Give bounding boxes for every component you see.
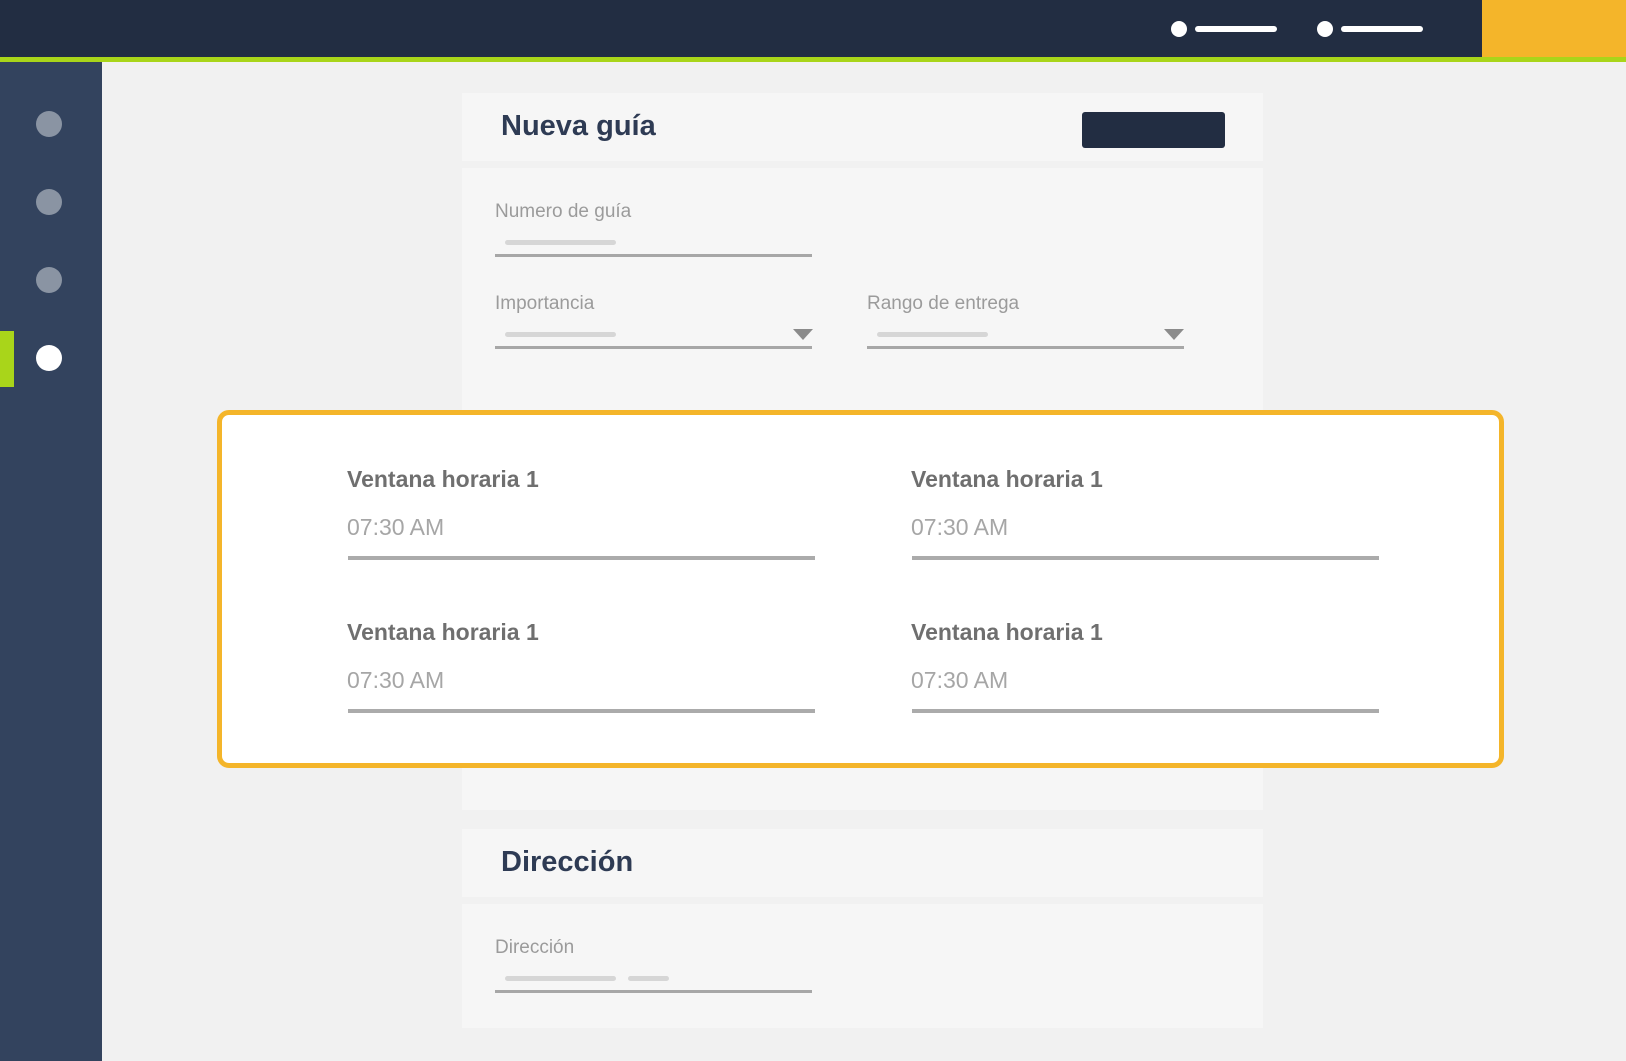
guide-card-title: Nueva guía — [501, 110, 656, 142]
time-window-underline — [912, 709, 1379, 713]
time-window-label: Ventana horaria 1 — [911, 466, 1103, 492]
time-window-label: Ventana horaria 1 — [347, 466, 539, 492]
time-window-input[interactable]: 07:30 AM — [911, 667, 1008, 694]
sidebar-item-4-active[interactable] — [36, 345, 62, 371]
sidebar-active-indicator — [0, 331, 14, 387]
importance-label: Importancia — [495, 293, 595, 314]
importance-placeholder — [505, 332, 616, 337]
guide-number-underline — [495, 254, 812, 257]
address-underline — [495, 990, 812, 993]
nav-label-placeholder — [1341, 26, 1423, 32]
sidebar-item-2[interactable] — [36, 189, 62, 215]
importance-underline — [495, 346, 812, 349]
time-window-input[interactable]: 07:30 AM — [347, 667, 444, 694]
top-nav-item-1[interactable] — [1171, 21, 1277, 37]
sidebar-item-3[interactable] — [36, 267, 62, 293]
guide-number-placeholder — [505, 240, 616, 245]
dot-icon — [1171, 21, 1187, 37]
time-windows-panel — [217, 410, 1504, 768]
time-window-underline — [912, 556, 1379, 560]
delivery-range-label: Rango de entrega — [867, 293, 1020, 314]
nav-label-placeholder — [1195, 26, 1277, 32]
delivery-range-placeholder — [877, 332, 988, 337]
delivery-range-underline — [867, 346, 1184, 349]
address-card-title: Dirección — [501, 846, 634, 878]
time-window-underline — [348, 709, 815, 713]
time-window-input[interactable]: 07:30 AM — [911, 514, 1008, 541]
address-placeholder-short — [628, 976, 669, 981]
caret-down-icon[interactable] — [793, 329, 813, 340]
address-placeholder — [505, 976, 616, 981]
top-bar-orange-block — [1482, 0, 1626, 57]
time-window-label: Ventana horaria 1 — [911, 619, 1103, 645]
address-label: Dirección — [495, 937, 575, 958]
guide-number-label: Numero de guía — [495, 201, 632, 222]
caret-down-icon[interactable] — [1164, 329, 1184, 340]
time-window-label: Ventana horaria 1 — [347, 619, 539, 645]
time-window-input[interactable]: 07:30 AM — [347, 514, 444, 541]
top-nav-item-2[interactable] — [1317, 21, 1423, 37]
primary-action-button[interactable] — [1082, 112, 1225, 148]
sidebar-item-1[interactable] — [36, 111, 62, 137]
dot-icon — [1317, 21, 1333, 37]
time-window-underline — [348, 556, 815, 560]
